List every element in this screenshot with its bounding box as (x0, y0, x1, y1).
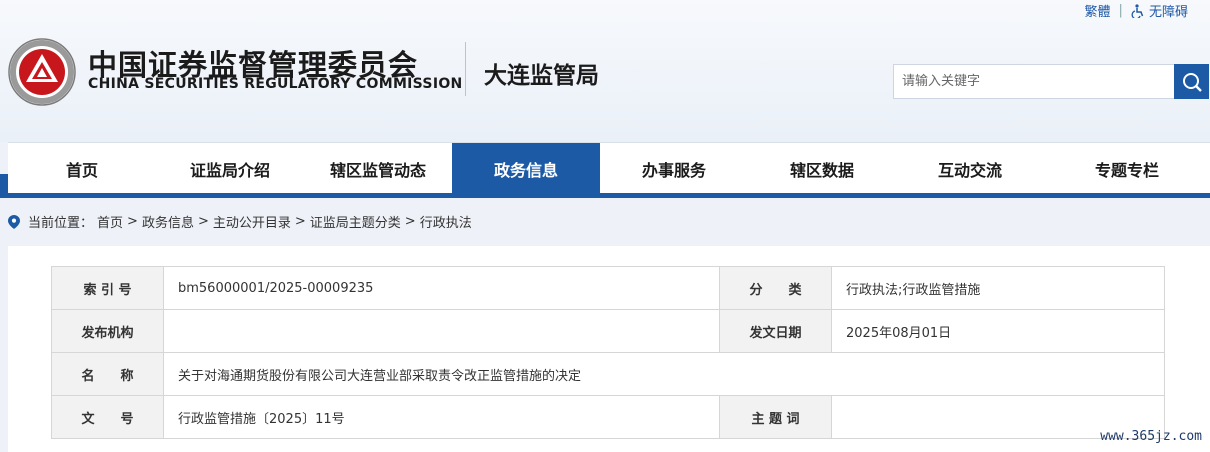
issue-date-value: 2025年08月01日 (831, 309, 1165, 353)
header-divider (465, 42, 466, 96)
search-button[interactable] (1174, 64, 1209, 99)
breadcrumb-government-info[interactable]: 政务信息 (142, 212, 194, 231)
nav-services[interactable]: 办事服务 (600, 143, 748, 194)
category-label: 分 类 (719, 266, 832, 310)
nav-government-info[interactable]: 政务信息 (452, 143, 600, 194)
title-value: 关于对海通期货股份有限公司大连营业部采取责令改正监管措施的决定 (163, 352, 1165, 396)
title-label: 名 称 (51, 352, 164, 396)
traditional-chinese-link[interactable]: 繁體 (1084, 1, 1110, 20)
nav-interaction[interactable]: 互动交流 (896, 143, 1044, 194)
search-input[interactable] (893, 64, 1174, 99)
table-row: 名 称 关于对海通期货股份有限公司大连营业部采取责令改正监管措施的决定 (51, 352, 1165, 396)
accessibility-link[interactable]: 无障碍 (1131, 1, 1188, 20)
breadcrumb-administrative-enforcement[interactable]: 行政执法 (420, 212, 472, 231)
breadcrumb: 当前位置： 首页 > 政务信息 > 主动公开目录 > 证监局主题分类 > 行政执… (8, 212, 472, 231)
csrc-emblem-logo[interactable] (8, 38, 76, 106)
document-metadata-table: 索 引 号 bm56000001/2025-00009235 分 类 行政执法;… (51, 266, 1165, 439)
top-links: 繁體 | 无障碍 (1084, 1, 1188, 20)
breadcrumb-prefix: 当前位置： (28, 216, 94, 231)
search-icon (1182, 72, 1202, 92)
accessibility-label: 无障碍 (1148, 5, 1188, 20)
nav-regional-data[interactable]: 辖区数据 (748, 143, 896, 194)
breadcrumb-public-catalog[interactable]: 主动公开目录 (213, 212, 291, 231)
nav-underline (0, 193, 1210, 198)
table-row: 索 引 号 bm56000001/2025-00009235 分 类 行政执法;… (51, 266, 1165, 310)
document-number-label: 文 号 (51, 395, 164, 439)
nav-regulatory-news[interactable]: 辖区监管动态 (304, 143, 452, 194)
breadcrumb-sep: > (294, 214, 306, 229)
table-row: 发布机构 发文日期 2025年08月01日 (51, 309, 1165, 353)
brand-english-name: CHINA SECURITIES REGULATORY COMMISSION (88, 76, 463, 92)
table-row: 文 号 行政监管措施〔2025〕11号 主 题 词 (51, 395, 1165, 439)
breadcrumb-topic-category[interactable]: 证监局主题分类 (310, 212, 401, 231)
breadcrumb-sep: > (127, 214, 138, 229)
accessibility-icon (1131, 4, 1144, 18)
breadcrumb-home[interactable]: 首页 (97, 212, 123, 231)
location-pin-icon (8, 214, 20, 229)
category-value: 行政执法;行政监管措施 (831, 266, 1165, 310)
breadcrumb-sep: > (197, 214, 209, 229)
index-number-value: bm56000001/2025-00009235 (163, 266, 720, 310)
issue-date-label: 发文日期 (719, 309, 832, 353)
index-number-label: 索 引 号 (51, 266, 164, 310)
nav-special-topics[interactable]: 专题专栏 (1044, 143, 1210, 194)
bureau-name: 大连监管局 (484, 63, 599, 89)
search-box (893, 64, 1209, 99)
watermark-text: www.365jz.com (1100, 429, 1202, 444)
subject-terms-label: 主 题 词 (719, 395, 832, 439)
breadcrumb-sep: > (404, 214, 416, 229)
document-number-value: 行政监管措施〔2025〕11号 (163, 395, 720, 439)
nav-home[interactable]: 首页 (8, 143, 156, 194)
top-links-divider: | (1118, 3, 1123, 18)
publisher-value (163, 309, 720, 353)
publisher-label: 发布机构 (51, 309, 164, 353)
nav-bureau-intro[interactable]: 证监局介绍 (156, 143, 304, 194)
main-nav: 首页 证监局介绍 辖区监管动态 政务信息 办事服务 辖区数据 互动交流 专题专栏 (8, 142, 1210, 195)
